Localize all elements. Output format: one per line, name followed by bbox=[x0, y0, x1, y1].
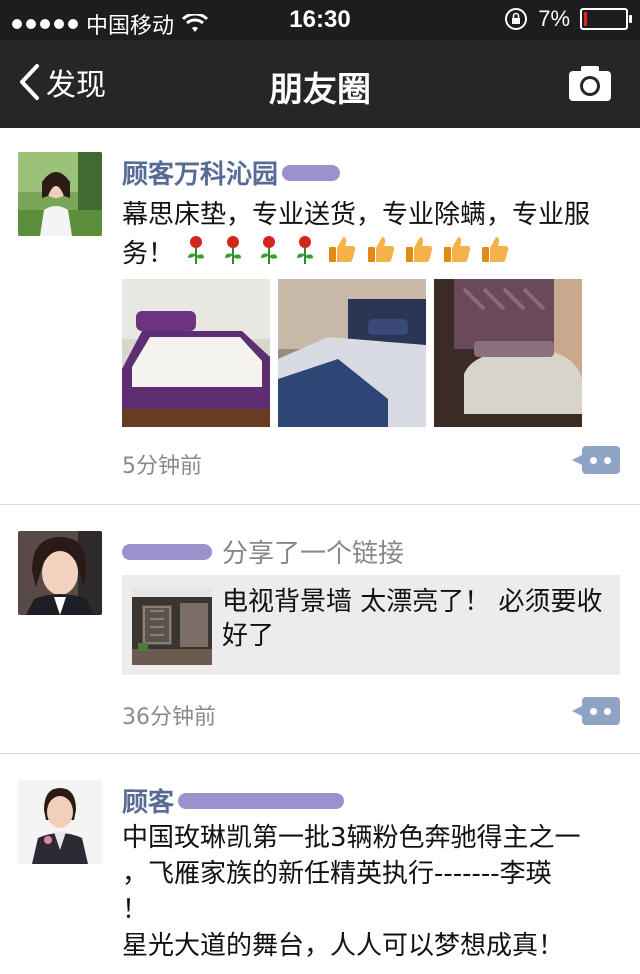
link-title: 电视背景墙 太漂亮了！ 必须要收好了 bbox=[222, 587, 603, 651]
thumbs-up-icon bbox=[366, 234, 396, 275]
redacted-author-name[interactable] bbox=[122, 543, 212, 560]
battery-icon bbox=[580, 8, 632, 30]
post-text-line: ，飞雁家族的新任精英执行-------李瑛 bbox=[122, 859, 552, 889]
camera-icon bbox=[569, 66, 611, 101]
post-text-line: 星光大道的舞台，人人可以梦想成真！ bbox=[122, 931, 565, 961]
post-timestamp: 36分钟前 bbox=[122, 705, 216, 730]
moment-post: 顾客万科沁园 幕思床垫，专业送货，专业除螨，专业服务！ 5分钟前 bbox=[0, 128, 640, 505]
moments-feed: 顾客万科沁园 幕思床垫，专业送货，专业除螨，专业服务！ 5分钟前 分享了一个链接… bbox=[0, 128, 640, 974]
shared-link-card[interactable]: 电视背景墙 太漂亮了！ 必须要收好了 bbox=[122, 575, 620, 675]
page-title: 朋友圈 bbox=[269, 70, 371, 110]
photo-thumbnail[interactable] bbox=[434, 279, 582, 427]
thumbs-up-icon bbox=[327, 234, 357, 275]
rose-icon bbox=[291, 234, 319, 275]
status-bar: 中国移动 16:30 7% bbox=[0, 0, 640, 40]
rose-icon bbox=[255, 234, 283, 275]
thumbs-up-icon bbox=[404, 234, 434, 275]
comment-button[interactable] bbox=[572, 446, 620, 474]
post-timestamp: 5分钟前 bbox=[122, 454, 202, 479]
redacted-mark bbox=[282, 164, 341, 181]
post-text-line: 中国玫琳凯第一批3辆粉色奔驰得主之一 bbox=[122, 823, 581, 853]
redacted-mark bbox=[178, 792, 345, 809]
avatar[interactable] bbox=[18, 152, 102, 236]
rose-icon bbox=[219, 234, 247, 275]
thumbs-up-icon bbox=[442, 234, 472, 275]
thumbs-up-icon bbox=[480, 234, 510, 275]
avatar[interactable] bbox=[18, 780, 102, 864]
moment-post: 顾客 中国玫琳凯第一批3辆粉色奔驰得主之一 ，飞雁家族的新任精英执行------… bbox=[0, 754, 640, 974]
photo-thumbnail[interactable] bbox=[278, 279, 426, 427]
author-name[interactable]: 顾客 bbox=[122, 782, 174, 819]
rose-icon bbox=[182, 234, 210, 275]
share-action: 分享了一个链接 bbox=[222, 539, 405, 569]
moment-post: 分享了一个链接 电视背景墙 太漂亮了！ 必须要收好了 36分钟前 bbox=[0, 505, 640, 754]
battery-percent: 7% bbox=[538, 6, 570, 31]
comment-button[interactable] bbox=[572, 697, 620, 725]
camera-button[interactable] bbox=[568, 64, 612, 106]
avatar[interactable] bbox=[18, 531, 102, 615]
navigation-bar: 发现 朋友圈 bbox=[0, 40, 640, 128]
author-name[interactable]: 顾客万科沁园 bbox=[122, 154, 278, 191]
link-thumbnail bbox=[132, 587, 212, 665]
orientation-lock-icon bbox=[505, 8, 528, 30]
battery-level bbox=[584, 12, 587, 26]
post-text-line: ！ bbox=[122, 895, 149, 925]
photo-thumbnail[interactable] bbox=[122, 279, 270, 427]
